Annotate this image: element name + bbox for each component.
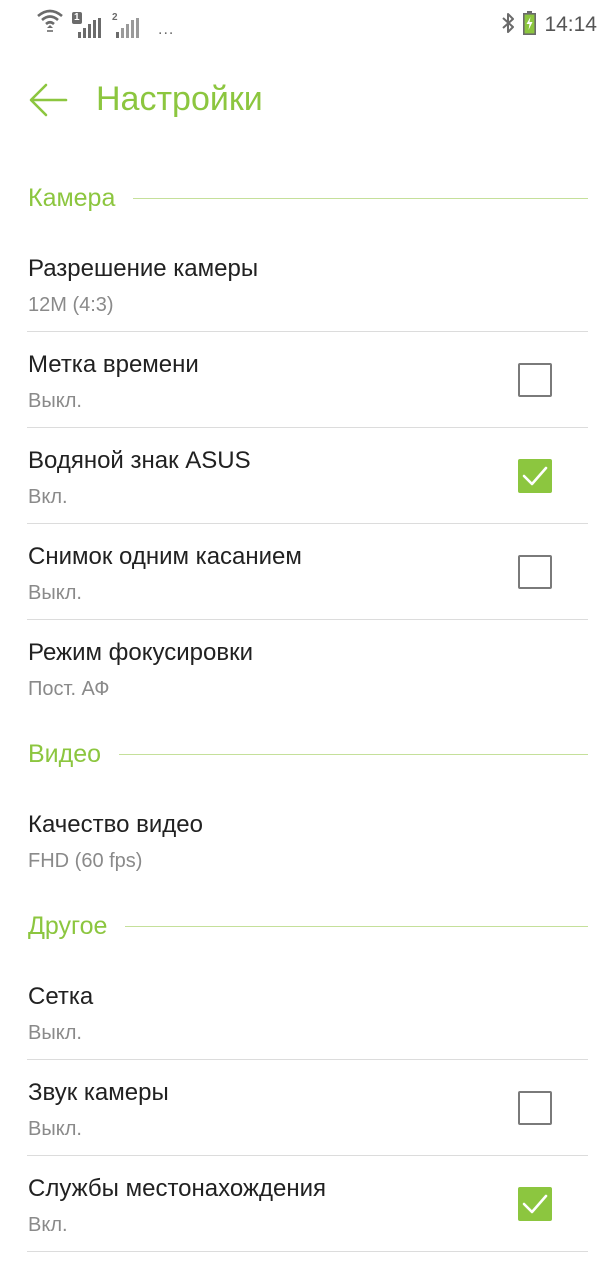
status-bar: 1 2 ... 14:14 (0, 0, 615, 52)
setting-camera-resolution[interactable]: Разрешение камеры 12M (4:3) (0, 236, 615, 332)
setting-value: Выкл. (28, 1022, 82, 1044)
section-title: Другое (28, 911, 108, 940)
checkmark-icon (522, 466, 548, 486)
settings-list: Камера Разрешение камеры 12M (4:3) Метка… (0, 160, 615, 1252)
asus-watermark-checkbox[interactable] (518, 459, 552, 493)
back-arrow-icon (29, 83, 68, 117)
page-title: Настройки (96, 80, 263, 118)
checkmark-icon (522, 1194, 548, 1214)
section-divider (133, 197, 588, 199)
status-right: 14:14 (501, 10, 597, 40)
section-header-camera: Камера (0, 160, 615, 236)
back-button[interactable] (22, 76, 74, 124)
section-title: Камера (28, 183, 116, 212)
camera-sound-checkbox[interactable] (518, 1091, 552, 1125)
wifi-icon (36, 7, 64, 38)
setting-grid[interactable]: Сетка Выкл. (0, 964, 615, 1060)
setting-label: Разрешение камеры (28, 255, 259, 282)
section-divider (125, 925, 588, 927)
setting-timestamp[interactable]: Метка времени Выкл. (0, 332, 615, 428)
section-header-video: Видео (0, 716, 615, 792)
setting-location-services[interactable]: Службы местонахождения Вкл. (0, 1156, 615, 1252)
setting-label: Качество видео (28, 811, 203, 838)
setting-value: Вкл. (28, 486, 68, 508)
app-bar: Настройки (0, 60, 615, 140)
setting-value: Выкл. (28, 390, 82, 412)
setting-focus-mode[interactable]: Режим фокусировки Пост. АФ (0, 620, 615, 716)
setting-label: Водяной знак ASUS (28, 447, 251, 474)
setting-value: FHD (60 fps) (28, 850, 143, 872)
setting-video-quality[interactable]: Качество видео FHD (60 fps) (0, 792, 615, 888)
status-left: 1 2 ... (36, 7, 175, 38)
setting-value: Пост. АФ (28, 678, 110, 700)
sim1-signal-icon: 1 (72, 12, 102, 38)
setting-one-touch-capture[interactable]: Снимок одним касанием Выкл. (0, 524, 615, 620)
setting-label: Сетка (28, 983, 94, 1010)
setting-label: Метка времени (28, 351, 199, 378)
setting-label: Режим фокусировки (28, 639, 254, 666)
one-touch-capture-checkbox[interactable] (518, 555, 552, 589)
timestamp-checkbox[interactable] (518, 363, 552, 397)
setting-label: Звук камеры (28, 1079, 169, 1106)
section-divider (119, 753, 588, 755)
setting-camera-sound[interactable]: Звук камеры Выкл. (0, 1060, 615, 1156)
bluetooth-icon (501, 12, 515, 39)
setting-value: 12M (4:3) (28, 294, 114, 316)
setting-value: Выкл. (28, 1118, 82, 1140)
setting-label: Службы местонахождения (28, 1175, 326, 1202)
section-title: Видео (28, 739, 102, 768)
battery-charging-icon (523, 10, 537, 40)
setting-value: Вкл. (28, 1214, 68, 1236)
setting-asus-watermark[interactable]: Водяной знак ASUS Вкл. (0, 428, 615, 524)
status-time: 14:14 (544, 13, 597, 36)
section-header-other: Другое (0, 888, 615, 964)
setting-value: Выкл. (28, 582, 82, 604)
location-services-checkbox[interactable] (518, 1187, 552, 1221)
sim2-signal-icon: 2 (110, 12, 140, 38)
setting-label: Снимок одним касанием (28, 543, 302, 570)
more-notifications-indicator: ... (158, 21, 175, 38)
